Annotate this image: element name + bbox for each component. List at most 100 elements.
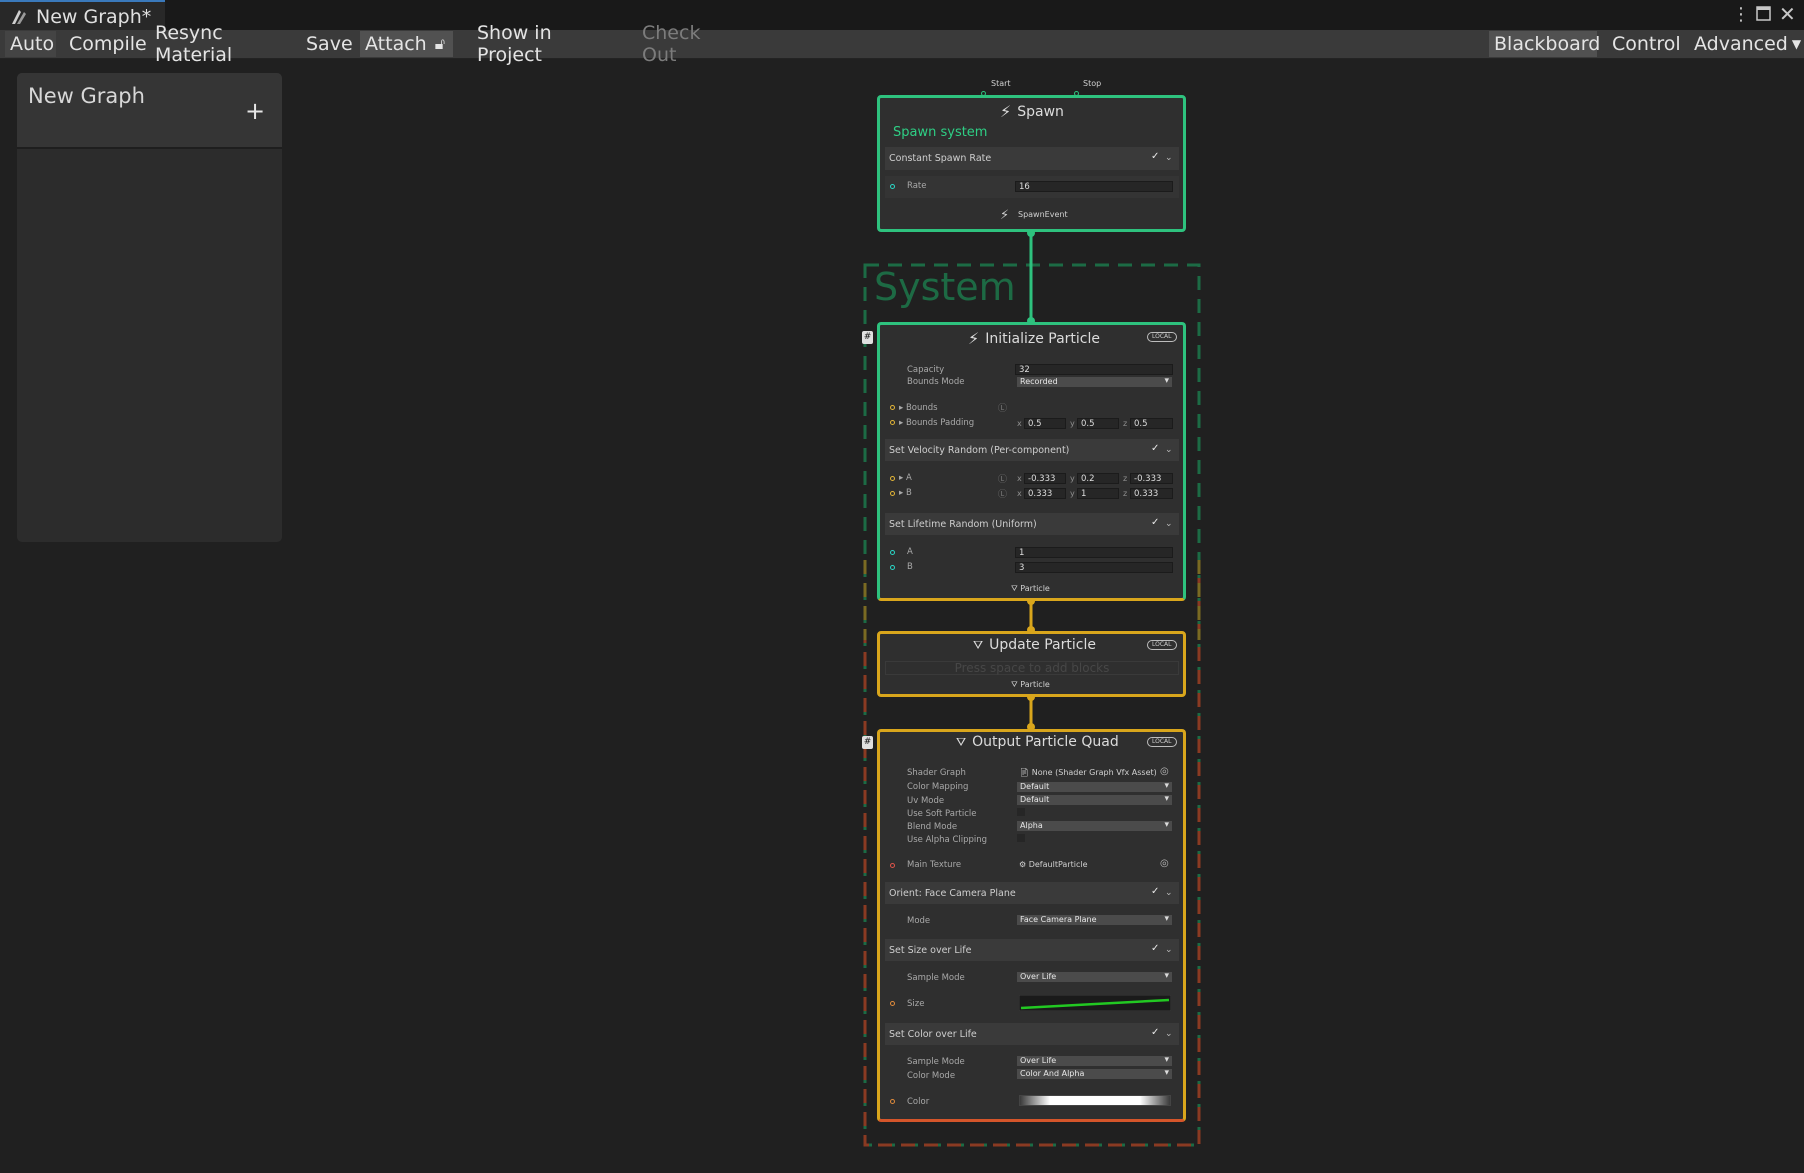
soft-particle-checkbox[interactable]	[1017, 808, 1025, 816]
block-enabled-checkbox[interactable]: ✓	[1151, 943, 1159, 954]
rate-port[interactable]	[890, 184, 895, 189]
velocity-a-x[interactable]: -0.333	[1024, 473, 1066, 484]
shader-graph-field[interactable]: 📄︎ None (Shader Graph Vfx Asset)	[1019, 768, 1157, 777]
space-icon[interactable]: Ⓛ	[998, 487, 1007, 500]
alpha-clipping-label: Use Alpha Clipping	[907, 835, 988, 845]
velocity-a-z[interactable]: -0.333	[1130, 473, 1173, 484]
size-curve-field[interactable]	[1019, 995, 1171, 1011]
color-sample-mode-label: Sample Mode	[907, 1057, 965, 1067]
spawn-subtitle: Spawn system	[893, 125, 988, 140]
velocity-b-z[interactable]: 0.333	[1130, 488, 1173, 499]
velocity-a-y[interactable]: 0.2	[1077, 473, 1119, 484]
update-flow-out-label: Particle	[1020, 680, 1050, 689]
color-sample-mode-dropdown[interactable]: Over Life	[1017, 1055, 1172, 1066]
capacity-field[interactable]: 32	[1015, 364, 1173, 375]
shader-graph-value: None (Shader Graph Vfx Asset)	[1031, 768, 1157, 777]
velocity-b-x[interactable]: 0.333	[1024, 488, 1066, 499]
color-mode-label: Color Mode	[907, 1071, 956, 1081]
axis-z-label: z	[1123, 419, 1128, 428]
init-flow-out: ⛛ Particle	[1011, 584, 1050, 594]
axis-y-label: y	[1070, 419, 1075, 428]
velocity-b-port[interactable]	[890, 491, 895, 496]
spawn-block-title: Constant Spawn Rate	[889, 153, 992, 164]
bounds-padding-port[interactable]	[890, 420, 895, 425]
stop-port-label: Stop	[1083, 79, 1102, 88]
color-port[interactable]	[890, 1099, 895, 1104]
velocity-block-title: Set Velocity Random (Per-component)	[889, 445, 1070, 456]
lifetime-b-field[interactable]: 3	[1015, 562, 1173, 573]
color-mapping-dropdown[interactable]: Default	[1017, 781, 1172, 792]
chevron-down-icon[interactable]: ⌄	[1165, 445, 1173, 455]
axis-x-label: x	[1017, 419, 1022, 428]
system-label: System	[874, 265, 1016, 309]
velocity-a-label: ▸ A	[899, 473, 912, 483]
space-icon[interactable]: Ⓛ	[998, 401, 1007, 414]
axis-x-label: x	[1017, 489, 1022, 498]
sample-mode-dropdown[interactable]: Over Life	[1017, 971, 1172, 982]
block-enabled-checkbox[interactable]: ✓	[1151, 886, 1159, 897]
particle-icon: ⛛	[973, 637, 984, 652]
axis-y-label: y	[1070, 474, 1075, 483]
init-header: ⚡︎ Initialize Particle	[968, 329, 1100, 348]
local-badge[interactable]: LOCAL	[1147, 737, 1177, 747]
lifetime-a-field[interactable]: 1	[1015, 547, 1173, 558]
chevron-down-icon[interactable]: ⌄	[1165, 888, 1173, 898]
add-blocks-placeholder[interactable]: Press space to add blocks	[885, 661, 1179, 675]
main-texture-value: DefaultParticle	[1028, 860, 1088, 869]
object-picker-icon[interactable]: ◎	[1160, 858, 1169, 869]
update-header: ⛛ Update Particle	[973, 637, 1096, 653]
color-gradient-field[interactable]	[1019, 1095, 1171, 1106]
axis-y-label: y	[1070, 489, 1075, 498]
velocity-a-port[interactable]	[890, 476, 895, 481]
main-texture-label: Main Texture	[907, 860, 962, 870]
blend-mode-label: Blend Mode	[907, 822, 958, 832]
main-texture-port[interactable]	[890, 863, 895, 868]
color-mode-dropdown[interactable]: Color And Alpha	[1017, 1068, 1172, 1079]
chevron-down-icon[interactable]: ⌄	[1165, 153, 1173, 163]
update-title: Update Particle	[989, 637, 1096, 653]
block-enabled-checkbox[interactable]: ✓	[1151, 517, 1159, 528]
code-icon[interactable]: #	[862, 331, 873, 344]
output-header: ⛛ Output Particle Quad	[956, 734, 1119, 750]
chevron-down-icon[interactable]: ⌄	[1165, 945, 1173, 955]
local-badge[interactable]: LOCAL	[1147, 640, 1177, 650]
alpha-clipping-checkbox[interactable]	[1017, 834, 1025, 842]
velocity-b-label: ▸ B	[899, 488, 912, 498]
block-enabled-checkbox[interactable]: ✓	[1151, 151, 1159, 162]
spawn-event-icon: ⚡︎	[1000, 208, 1010, 223]
velocity-b-y[interactable]: 1	[1077, 488, 1119, 499]
chevron-down-icon[interactable]: ⌄	[1165, 1029, 1173, 1039]
bounds-mode-dropdown[interactable]: Recorded	[1017, 376, 1172, 387]
space-icon[interactable]: Ⓛ	[998, 472, 1007, 485]
shader-graph-label: Shader Graph	[907, 768, 966, 778]
bounds-padding-label: ▸ Bounds Padding	[899, 418, 975, 428]
color-block-title: Set Color over Life	[889, 1029, 977, 1040]
lifetime-a-label: A	[907, 547, 913, 557]
spawn-header: ⚡︎ Spawn	[1000, 102, 1064, 121]
lifetime-a-port[interactable]	[890, 550, 895, 555]
axis-z-label: z	[1123, 489, 1128, 498]
sample-mode-label: Sample Mode	[907, 973, 965, 983]
bounds-label: ▸ Bounds	[899, 403, 938, 413]
lifetime-block-title: Set Lifetime Random (Uniform)	[889, 519, 1037, 530]
lifetime-b-port[interactable]	[890, 565, 895, 570]
particle-icon: ⛛	[956, 734, 967, 749]
color-label: Color	[907, 1097, 930, 1107]
block-enabled-checkbox[interactable]: ✓	[1151, 443, 1159, 454]
main-texture-field[interactable]: ⚙︎ DefaultParticle	[1019, 860, 1088, 869]
rate-field[interactable]: 16	[1015, 181, 1173, 192]
spawn-event-label: SpawnEvent	[1018, 210, 1068, 219]
blend-mode-dropdown[interactable]: Alpha	[1017, 820, 1172, 831]
object-picker-icon[interactable]: ◎	[1160, 766, 1169, 777]
uv-mode-dropdown[interactable]: Default	[1017, 794, 1172, 805]
bounds-padding-x[interactable]: 0.5	[1024, 418, 1066, 429]
code-icon[interactable]: #	[862, 736, 873, 749]
block-enabled-checkbox[interactable]: ✓	[1151, 1027, 1159, 1038]
bounds-padding-y[interactable]: 0.5	[1077, 418, 1119, 429]
bounds-port[interactable]	[890, 405, 895, 410]
local-badge[interactable]: LOCAL	[1147, 332, 1177, 342]
mode-dropdown[interactable]: Face Camera Plane	[1017, 914, 1172, 925]
size-port[interactable]	[890, 1001, 895, 1006]
chevron-down-icon[interactable]: ⌄	[1165, 519, 1173, 529]
bounds-padding-z[interactable]: 0.5	[1130, 418, 1173, 429]
